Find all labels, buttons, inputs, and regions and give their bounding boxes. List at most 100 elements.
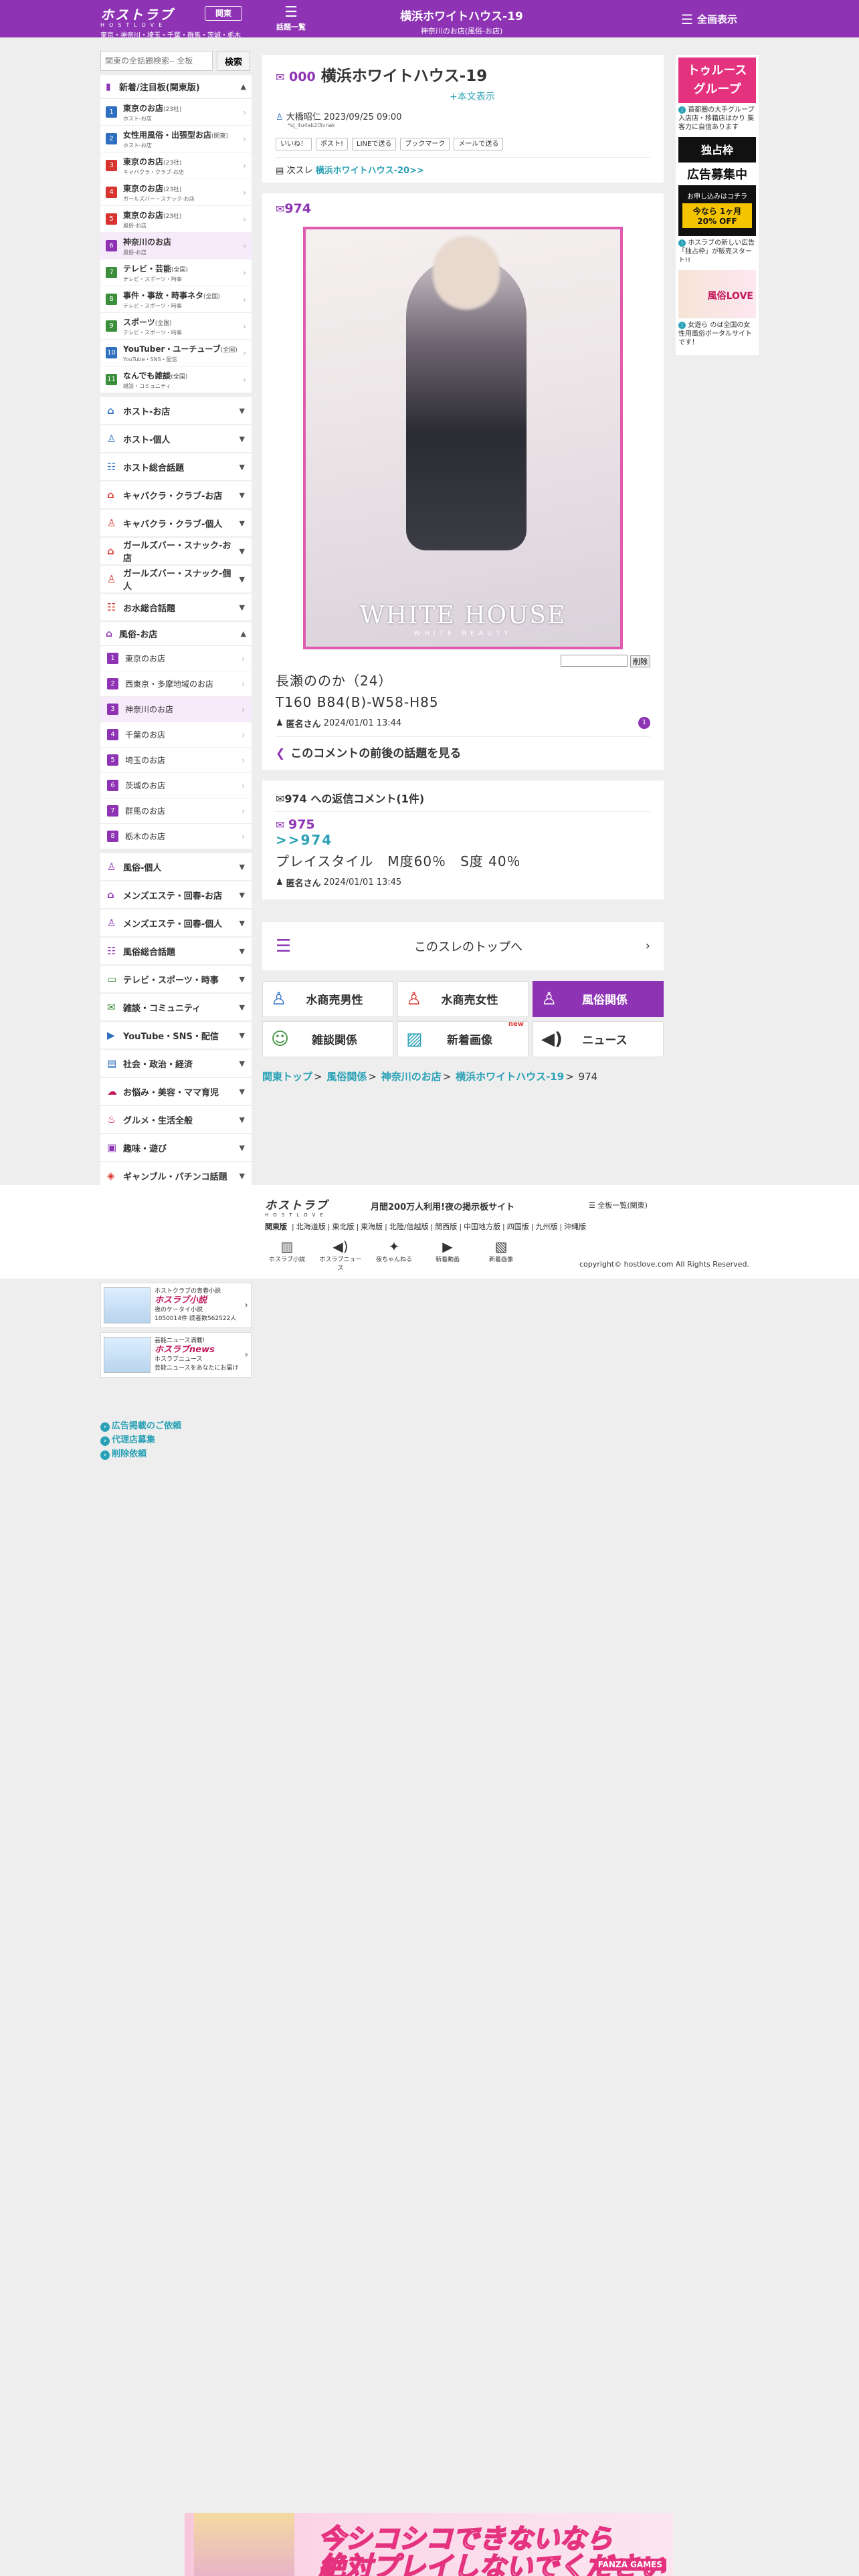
footer-region-link[interactable]: 東北版 [332,1222,354,1231]
sidebar-category[interactable]: ▣ 趣味・遊び ▼ [100,1134,252,1161]
comment-photo[interactable]: WHITE HOUSE WHITE BEAUTY [303,227,623,649]
ad-exclusive-slot[interactable]: 独占枠 広告募集中 お申し込みはコチラ 今なら 1ヶ月 20% OFF i ホス… [678,137,756,265]
sidebar-category[interactable]: ♙ キャバクラ・クラブ-個人 ▼ [100,510,252,536]
sidebar-category[interactable]: ☷ 風俗総合話題 ▼ [100,938,252,964]
sidebar-category[interactable]: ☁ お悩み・美容・ママ育児 ▼ [100,1078,252,1105]
delete-password-input[interactable] [561,655,628,667]
sidebar-category[interactable]: ✉ 雑談・コミュニティ ▼ [100,994,252,1021]
thread-top-button[interactable]: ☰ このスレのトップへ › [262,922,664,970]
comment-icon: ✉ [276,203,285,215]
breadcrumb-item[interactable]: 風俗関係 [326,1071,367,1083]
footer-region-link[interactable]: 沖縄版 [564,1222,586,1231]
sidebar-category[interactable]: ☷ ホスト総合話題 ▼ [100,453,252,480]
new-board-item[interactable]: 7 テレビ・芸能(全国) テレビ・スポーツ・時事 › [100,259,252,286]
new-board-item[interactable]: 6 神奈川のお店 風俗-お店 › [100,233,252,259]
sidebar-link[interactable]: › 広告掲載のご依頼 [100,1419,252,1433]
region-button[interactable]: 関東 [205,6,242,21]
search-button[interactable]: 検索 [217,51,250,71]
sidebar-category[interactable]: ♙ ホスト-個人 ▼ [100,425,252,452]
nav-button[interactable]: ♙ 水商売男性 [262,980,393,1017]
share-button[interactable]: LINEで送る [352,138,397,150]
reply-count-badge[interactable]: 1 [638,717,650,729]
footer-icon-link[interactable]: ◀) ホスラブニュース [318,1239,363,1272]
sidebar-category[interactable]: ♨ グルメ・生活全般 ▼ [100,1106,252,1133]
nav-button[interactable]: ♙ 水商売女性 [397,980,529,1017]
prefecture-item[interactable]: 1 東京のお店 › [100,646,252,671]
prefecture-item[interactable]: 4 千葉のお店 › [100,722,252,748]
footer-region-link[interactable]: 関西版 [435,1222,457,1231]
bottom-ad-banner[interactable]: 今シコシコできないなら 絶対プレイしないでください FANZA GAMES [185,2513,673,2576]
ad-truth-group[interactable]: トゥルース グループ i 首都圏の大手グループ 入店店・移籍店はかり 集客力に自… [678,58,756,132]
sidebar-category[interactable]: ▶ YouTube・SNS・配信 ▼ [100,1022,252,1049]
footer-region-link[interactable]: 中国地方版 [464,1222,500,1231]
share-button[interactable]: いいね！ [276,138,312,150]
site-logo[interactable]: ホストラブ HOSTLOVE 東京・神奈川・埼玉・千葉・群馬・茨城・栃木 [100,4,241,39]
footer-icon-link[interactable]: ▶ 新着動画 [425,1239,470,1272]
prefecture-item[interactable]: 6 茨城のお店 › [100,773,252,798]
prefecture-item[interactable]: 3 神奈川のお店 › [100,697,252,722]
fuzoku-shop-heading[interactable]: ⌂ 風俗-お店 ▲ [100,622,252,646]
sidebar-category[interactable]: ▤ 社会・政治・経済 ▼ [100,1050,252,1077]
show-body-link[interactable]: +本文表示 [450,90,650,103]
new-board-item[interactable]: 2 女性用風俗・出張型お店(関東) ホスト-お店 › [100,126,252,152]
nav-button[interactable]: ♙ 風俗関係 [533,980,664,1017]
reply-anchor-link[interactable]: >>974 [276,832,650,848]
search-input[interactable] [100,51,213,71]
sidebar-category[interactable]: ♙ メンズエステ・回春-個人 ▼ [100,909,252,936]
footer-region-link[interactable]: 東海版 [361,1222,383,1231]
promo-banner[interactable]: 芸能ニュース満載! ホスラブnews ホスラブニュース 芸能ニュースをあなたにお届け › [100,1332,252,1378]
prefecture-item[interactable]: 5 埼玉のお店 › [100,748,252,773]
new-board-item[interactable]: 4 東京のお店(23社) ガールズバー・スナック-お店 › [100,179,252,206]
breadcrumb-item[interactable]: 横浜ホワイトハウス-19 [456,1071,564,1083]
sidebar-category[interactable]: ♙ 風俗-個人 ▼ [100,853,252,880]
footer-region-link[interactable]: 北陸/信越版 [389,1222,429,1231]
sidebar-link[interactable]: › 削除依頼 [100,1447,252,1461]
new-board-item[interactable]: 1 東京のお店(23社) ホスト-お店 › [100,99,252,126]
share-button[interactable]: ポスト! [316,138,349,150]
new-board-item[interactable]: 5 東京のお店(23社) 風俗-お店 › [100,206,252,233]
new-board-item[interactable]: 11 なんでも雑談(全国) 雑談・コミュニティ › [100,366,252,393]
sidebar-link[interactable]: › 代理店募集 [100,1433,252,1447]
footer-icon-link[interactable]: ✦ 夜ちゃんねる [372,1239,416,1272]
nav-button[interactable]: ▨ 新着画像 new [397,1021,529,1057]
new-board-item[interactable]: 9 スポーツ(全国) テレビ・スポーツ・時事 › [100,313,252,340]
footer-icon-link[interactable]: ▧ 新着画像 [479,1239,523,1272]
nav-button[interactable]: ☺ 雑談関係 [262,1021,393,1057]
chevron-circle-icon: › [100,1422,110,1432]
footer-region-link[interactable]: 九州版 [535,1222,557,1231]
ad-truth-title: トゥルース グループ [687,64,747,96]
next-thread-link[interactable]: 横浜ホワイトハウス-20>> [316,166,424,176]
footer-logo[interactable]: ホストラブ HOSTLOVE [265,1196,328,1218]
prefecture-item[interactable]: 7 群馬のお店 › [100,798,252,824]
breadcrumb-item[interactable]: 関東トップ [262,1071,312,1083]
new-board-name: なんでも雑談(全国) [123,370,243,381]
nav-button[interactable]: ◀) ニュース [533,1021,664,1057]
delete-button[interactable]: 削除 [630,655,650,667]
promo-banner[interactable]: ホストクラブの青春小説 ホスラブ小説 夜のケータイ小説 1050014件 読者数562… [100,1283,252,1328]
prefecture-item[interactable]: 2 西東京・多摩地域のお店 › [100,671,252,697]
sidebar-category[interactable]: ♙ ガールズバー・スナック-個人 ▼ [100,566,252,593]
footer-region-link[interactable]: 北海道版 [296,1222,326,1231]
footer-board-list[interactable]: ☰ 全板一覧(関東) [589,1200,648,1210]
sidebar-category[interactable]: ☷ お水総合話題 ▼ [100,594,252,621]
share-button[interactable]: ブックマーク [400,138,450,150]
ad-fuzoku-love[interactable]: 風俗LOVE i 女遊ら のは全国の女性用風俗ポータルサイトです！ [678,270,756,347]
context-link[interactable]: ❮ このコメントの前後の話題を見る [276,736,650,763]
full-view-button[interactable]: ☰ 全画表示 [681,11,737,27]
prefecture-item[interactable]: 8 栃木のお店 › [100,824,252,849]
sidebar-category[interactable]: ⌂ ガールズバー・スナック-お店 ▼ [100,538,252,564]
sidebar-category[interactable]: ▭ テレビ・スポーツ・時事 ▼ [100,966,252,992]
new-board-item[interactable]: 10 YouTuber・ユーチューブ(全国) YouTube・SNS・配信 › [100,340,252,366]
sidebar-category[interactable]: ⌂ メンズエステ・回春-お店 ▼ [100,881,252,908]
topic-list-button[interactable]: ☰ 話題一覧 [271,4,311,32]
new-board-item[interactable]: 3 東京のお店(23社) キャバクラ・クラブ-お店 › [100,152,252,179]
sidebar-category[interactable]: ⌂ キャバクラ・クラブ-お店 ▼ [100,481,252,508]
footer-region-link[interactable]: 四国版 [507,1222,529,1231]
sidebar-category[interactable]: ⌂ ホスト-お店 ▼ [100,397,252,424]
new-board-item[interactable]: 8 事件・事故・時事ネタ(全国) テレビ・スポーツ・時事 › [100,286,252,313]
footer-icon-link[interactable]: ▥ ホスラブ小説 [265,1239,309,1272]
share-button[interactable]: メールで送る [454,138,504,150]
breadcrumb-item[interactable]: 神奈川のお店 [381,1071,442,1083]
new-board-text: なんでも雑談(全国) 雑談・コミュニティ [123,370,243,390]
new-boards-heading[interactable]: ▮ 新着/注目板(関東版) ▲ [100,75,252,99]
